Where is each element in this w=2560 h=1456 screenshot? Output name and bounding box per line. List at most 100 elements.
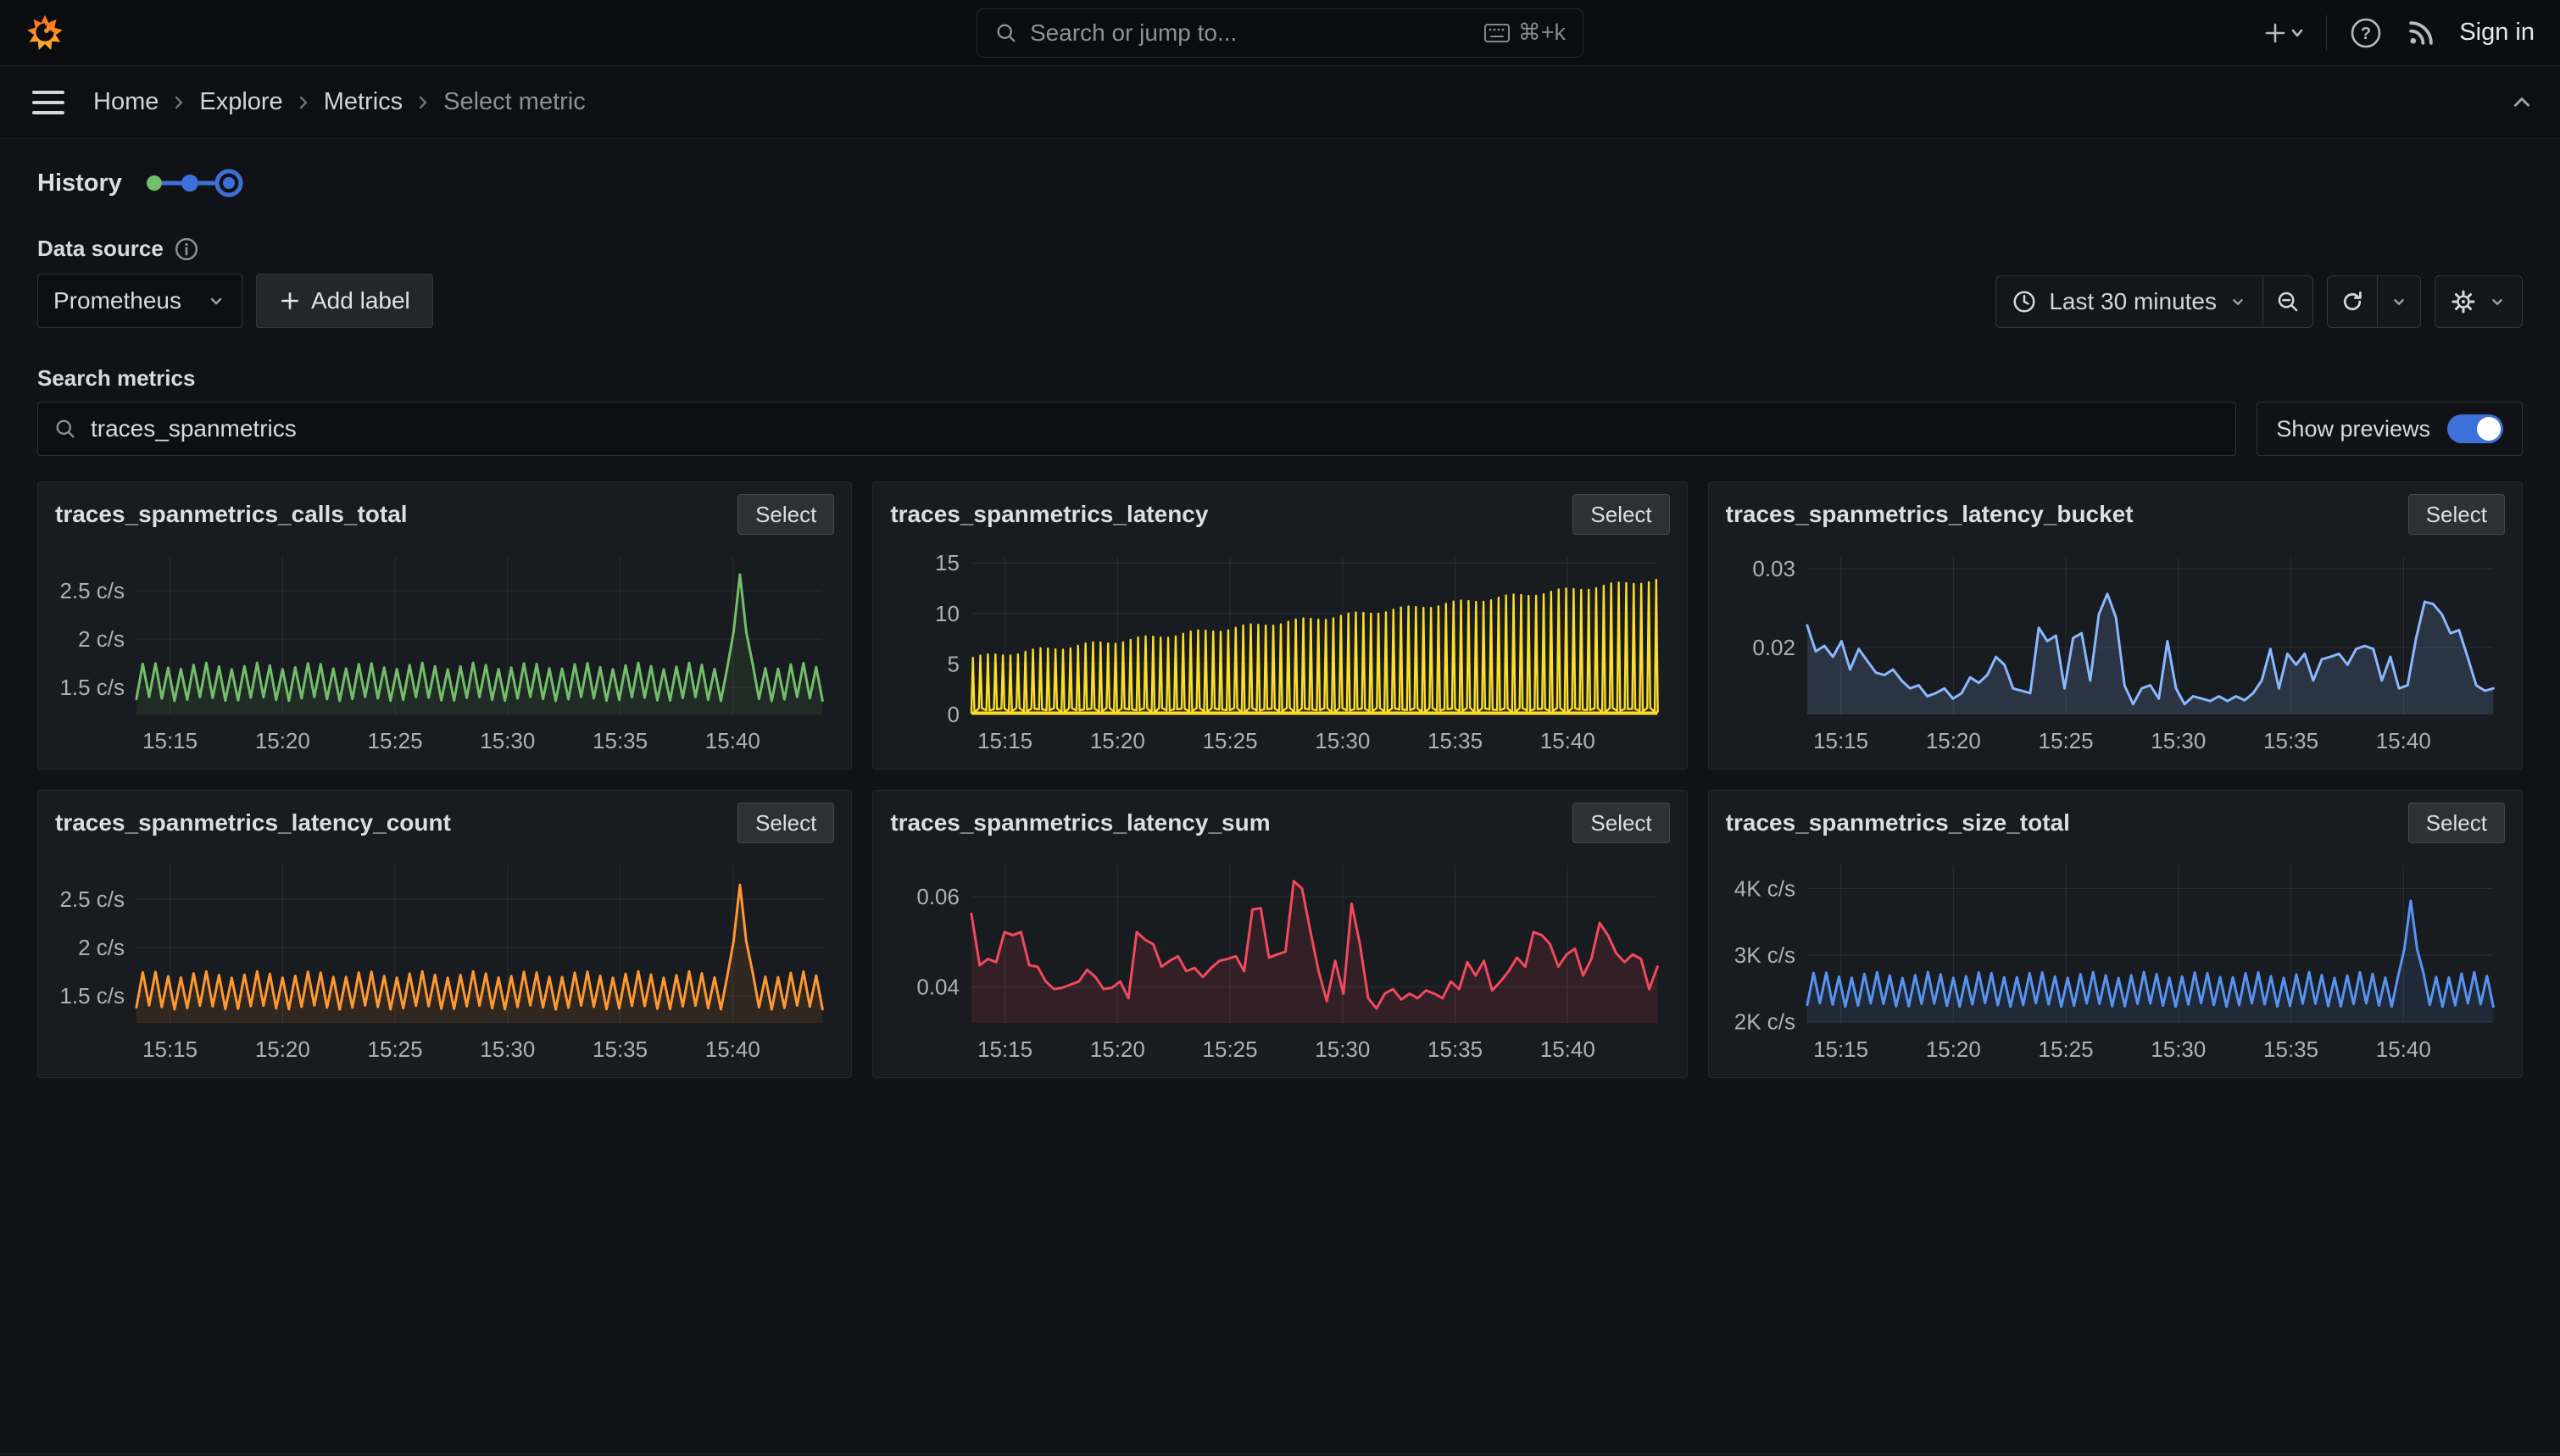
- settings-button[interactable]: [2435, 276, 2522, 327]
- add-menu-button[interactable]: [2265, 20, 2304, 46]
- svg-text:15:35: 15:35: [593, 1036, 648, 1062]
- svg-text:2.5 c/s: 2.5 c/s: [59, 886, 125, 912]
- metric-card-title: traces_spanmetrics_size_total: [1726, 803, 2070, 836]
- chevron-down-icon: [2390, 292, 2408, 311]
- info-icon[interactable]: [174, 236, 199, 262]
- svg-text:15:40: 15:40: [2375, 728, 2430, 753]
- metric-card-title: traces_spanmetrics_latency_sum: [890, 803, 1270, 836]
- svg-text:15:40: 15:40: [2375, 1036, 2430, 1062]
- svg-text:15:15: 15:15: [1813, 1036, 1868, 1062]
- search-metrics-label: Search metrics: [37, 365, 195, 392]
- zoom-out-icon: [2275, 289, 2301, 314]
- svg-text:2 c/s: 2 c/s: [78, 626, 125, 652]
- chevron-right-icon: [416, 92, 430, 114]
- svg-text:15:35: 15:35: [1427, 1036, 1483, 1062]
- top-bar: Search or jump to... ⌘+k ?: [0, 0, 2560, 66]
- svg-text:0.02: 0.02: [1752, 635, 1795, 660]
- svg-text:15:30: 15:30: [1316, 728, 1371, 753]
- help-button[interactable]: ?: [2349, 16, 2383, 50]
- show-previews-label: Show previews: [2276, 416, 2430, 442]
- svg-text:0.03: 0.03: [1752, 556, 1795, 581]
- time-range-picker[interactable]: Last 30 minutes: [1996, 276, 2262, 327]
- history-step-dot[interactable]: [181, 175, 198, 192]
- select-metric-button[interactable]: Select: [1572, 803, 1669, 843]
- select-metric-button[interactable]: Select: [1572, 494, 1669, 535]
- refresh-button[interactable]: [2328, 276, 2377, 327]
- breadcrumb-metrics[interactable]: Metrics: [324, 88, 403, 116]
- metric-card: traces_spanmetrics_size_total Select 2K …: [1708, 790, 2523, 1078]
- select-metric-button[interactable]: Select: [737, 494, 834, 535]
- breadcrumb-explore[interactable]: Explore: [199, 88, 282, 116]
- svg-text:4K c/s: 4K c/s: [1734, 876, 1795, 902]
- breadcrumb-bar: Home Explore Metrics Select metric: [0, 66, 2560, 139]
- svg-text:15:40: 15:40: [1540, 728, 1595, 753]
- refresh-interval-button[interactable]: [2378, 276, 2420, 327]
- metric-card: traces_spanmetrics_latency_sum Select 0.…: [872, 790, 1687, 1078]
- svg-text:15:35: 15:35: [593, 728, 648, 753]
- svg-text:0.06: 0.06: [917, 884, 960, 909]
- history-timeline[interactable]: [144, 164, 254, 202]
- svg-text:0.04: 0.04: [917, 974, 960, 999]
- datasource-picker[interactable]: Prometheus: [37, 274, 242, 328]
- svg-text:15:15: 15:15: [142, 1036, 198, 1062]
- show-previews-toggle[interactable]: [2447, 414, 2503, 443]
- history-label: History: [37, 169, 122, 197]
- grafana-logo-icon[interactable]: [25, 14, 64, 53]
- breadcrumb-home[interactable]: Home: [93, 88, 159, 116]
- page-bottom-border: [0, 1453, 2560, 1454]
- svg-text:15:20: 15:20: [255, 1036, 310, 1062]
- svg-text:3K c/s: 3K c/s: [1734, 942, 1795, 968]
- metric-card-title: traces_spanmetrics_latency_count: [55, 803, 451, 836]
- show-previews-control: Show previews: [2257, 402, 2523, 456]
- svg-text:2.5 c/s: 2.5 c/s: [59, 578, 125, 603]
- search-icon: [53, 417, 77, 441]
- menu-toggle-button[interactable]: [32, 91, 64, 114]
- breadcrumb-select-metric: Select metric: [443, 88, 586, 116]
- zoom-out-button[interactable]: [2263, 276, 2312, 327]
- global-search-placeholder: Search or jump to...: [1030, 19, 1472, 47]
- svg-text:15:30: 15:30: [2151, 1036, 2206, 1062]
- add-label-text: Add label: [311, 287, 410, 314]
- chevron-up-icon: [2509, 90, 2535, 115]
- svg-text:15: 15: [935, 550, 960, 575]
- svg-text:?: ?: [2361, 25, 2371, 43]
- svg-text:15:40: 15:40: [1540, 1036, 1595, 1062]
- svg-text:15:20: 15:20: [255, 728, 310, 753]
- add-label-button[interactable]: Add label: [256, 274, 433, 328]
- svg-text:0: 0: [948, 702, 960, 727]
- svg-text:15:25: 15:25: [2038, 1036, 2093, 1062]
- chevron-down-icon: [206, 291, 226, 311]
- clock-icon: [2012, 289, 2037, 314]
- svg-text:15:30: 15:30: [480, 1036, 535, 1062]
- select-metric-button[interactable]: Select: [737, 803, 834, 843]
- datasource-label: Data source: [37, 236, 164, 262]
- metrics-search-input[interactable]: [91, 415, 2220, 442]
- svg-text:15:25: 15:25: [1203, 1036, 1258, 1062]
- svg-text:10: 10: [935, 601, 960, 626]
- collapse-panel-button[interactable]: [2509, 90, 2535, 115]
- history-step-dot[interactable]: [147, 175, 162, 191]
- svg-text:15:25: 15:25: [368, 1036, 423, 1062]
- metric-card-title: traces_spanmetrics_calls_total: [55, 494, 408, 528]
- chevron-down-icon: [2488, 292, 2507, 311]
- global-search-button[interactable]: Search or jump to... ⌘+k: [977, 8, 1583, 58]
- news-button[interactable]: [2405, 17, 2437, 49]
- metric-preview-chart: 0.020.0315:1515:2015:2515:3015:3515:40: [1726, 545, 2505, 757]
- time-range-label: Last 30 minutes: [2049, 288, 2217, 315]
- svg-text:15:20: 15:20: [1925, 728, 1980, 753]
- chevron-right-icon: [297, 92, 310, 114]
- select-metric-button[interactable]: Select: [2408, 494, 2505, 535]
- breadcrumb: Home Explore Metrics Select metric: [93, 88, 586, 116]
- svg-text:15:35: 15:35: [1427, 728, 1483, 753]
- svg-text:15:25: 15:25: [368, 728, 423, 753]
- sign-in-button[interactable]: Sign in: [2459, 19, 2535, 47]
- keyboard-icon: [1484, 24, 1510, 42]
- svg-text:15:15: 15:15: [142, 728, 198, 753]
- gear-icon: [2451, 289, 2476, 314]
- select-metric-button[interactable]: Select: [2408, 803, 2505, 843]
- svg-text:5: 5: [948, 651, 960, 676]
- chevron-down-icon: [2229, 292, 2247, 311]
- svg-text:1.5 c/s: 1.5 c/s: [59, 983, 125, 1009]
- svg-text:15:15: 15:15: [977, 728, 1032, 753]
- svg-text:15:15: 15:15: [1813, 728, 1868, 753]
